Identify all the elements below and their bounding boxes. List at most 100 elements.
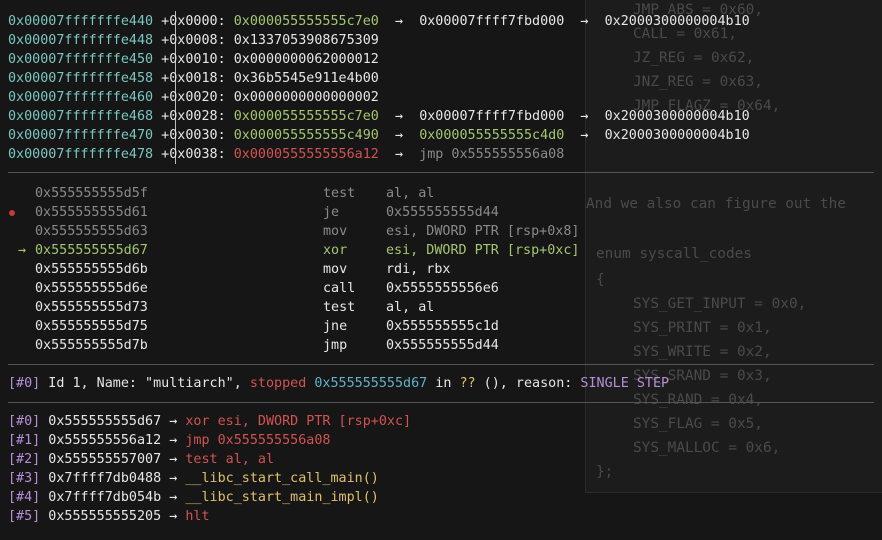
frame-index: [#1]	[8, 433, 41, 448]
stack-value: 0x000055555555c7e0	[233, 109, 379, 124]
bg-code-line: JZ_REG = 0x62,	[633, 50, 755, 66]
pointer-arrow: →	[378, 109, 420, 124]
disasm-operands: al, al	[386, 186, 435, 201]
frame-arrow: →	[169, 452, 186, 467]
stack-value: 0x0000000062000012	[233, 52, 379, 67]
frame-symbol: __libc_start_call_main()	[185, 471, 379, 486]
bg-code-line: And we also can figure out the	[586, 196, 846, 212]
disasm-mnemonic: je	[323, 205, 340, 220]
section-divider	[8, 402, 874, 403]
frame-arrow: →	[169, 490, 186, 505]
stack-row: 0x00007fffffffe448 +0x0008: 0x1337053908…	[8, 31, 379, 50]
frame-index: [#5]	[8, 509, 41, 524]
backtrace-frame: [#1] 0x555555556a12 → jmp 0x555555556a08	[8, 431, 331, 450]
stack-value: 0x0000000000000002	[233, 90, 379, 105]
stack-offset: +0x0008:	[153, 33, 234, 48]
stack-offset: +0x0038:	[153, 147, 234, 162]
disasm-mnemonic: call	[323, 281, 356, 296]
bg-code-line: enum syscall_codes	[596, 246, 752, 262]
disasm-mnemonic: xor	[323, 243, 348, 258]
disasm-address: 0x555555555d75	[35, 319, 148, 334]
frame-index: [#3]	[8, 471, 41, 486]
stack-deref-value: 0x00007ffff7fbd000	[419, 109, 565, 124]
disasm-address: 0x555555555d7b	[35, 338, 148, 353]
backtrace-frame: [#2] 0x555555557007 → test al, al	[8, 450, 274, 469]
bg-code-line: {	[596, 272, 605, 288]
terminal-window[interactable]: JMP_ABS = 0x60, CALL = 0x61, JZ_REG = 0x…	[0, 0, 882, 540]
stack-value: 0x36b5545e911e4b00	[233, 71, 379, 86]
disasm-address: 0x555555555d67	[35, 243, 148, 258]
frame-arrow: →	[169, 509, 186, 524]
disasm-address: 0x555555555d63	[35, 224, 148, 239]
backtrace-frame: [#3] 0x7ffff7db0488 → __libc_start_call_…	[8, 469, 379, 488]
frame-address: 0x555555555d67	[40, 414, 170, 429]
stack-offset: +0x0010:	[153, 52, 234, 67]
pointer-arrow: →	[378, 147, 420, 162]
stack-address: 0x00007fffffffe470	[8, 128, 154, 143]
frame-address: 0x555555557007	[40, 452, 170, 467]
thread-index: [#0]	[8, 376, 41, 391]
disasm-mnemonic: jne	[323, 319, 348, 334]
disasm-operands: rdi, rbx	[386, 262, 451, 277]
disasm-address: 0x555555555d6e	[35, 281, 148, 296]
thread-function: ??	[459, 376, 476, 391]
stack-value: 0x000055555555c490	[233, 128, 379, 143]
thread-address: 0x555555555d67	[306, 376, 428, 391]
frame-symbol: test al, al	[185, 452, 275, 467]
pointer-arrow: →	[378, 128, 420, 143]
pointer-arrow: →	[564, 14, 605, 29]
stack-address: 0x00007fffffffe450	[8, 52, 154, 67]
stack-address: 0x00007fffffffe478	[8, 147, 154, 162]
frame-arrow: →	[169, 433, 186, 448]
stack-deref-insn: jmp 0x555555556a08	[419, 147, 565, 162]
section-divider	[8, 364, 874, 365]
stack-address: 0x00007fffffffe448	[8, 33, 154, 48]
disasm-mnemonic: mov	[323, 262, 348, 277]
disasm-address: 0x555555555d61	[35, 205, 148, 220]
stack-row: 0x00007fffffffe468 +0x0028: 0x0000555555…	[8, 107, 750, 126]
stack-offset: +0x0030:	[153, 128, 234, 143]
bg-code-line: SYS_RAND = 0x4,	[633, 392, 763, 408]
disasm-operands: 0x5555555556e6	[386, 281, 499, 296]
stack-deref-value: 0x2000300000004b10	[604, 128, 750, 143]
stack-address: 0x00007fffffffe460	[8, 90, 154, 105]
frame-address: 0x555555556a12	[40, 433, 170, 448]
stack-offset: +0x0028:	[153, 109, 234, 124]
thread-status-line: [#0] Id 1, Name: "multiarch", stopped 0x…	[8, 374, 669, 393]
stack-row: 0x00007fffffffe470 +0x0030: 0x0000555555…	[8, 126, 750, 145]
backtrace-frame: [#5] 0x555555555205 → hlt	[8, 507, 210, 526]
breakpoint-marker	[9, 210, 15, 216]
stack-deref-value: 0x2000300000004b10	[604, 109, 750, 124]
stack-row: 0x00007fffffffe460 +0x0020: 0x0000000000…	[8, 88, 379, 107]
stack-row: 0x00007fffffffe478 +0x0038: 0x0000555555…	[8, 145, 564, 164]
bg-code-line: SYS_WRITE = 0x2,	[633, 344, 772, 360]
thread-reason-label: (), reason:	[475, 376, 581, 391]
pointer-arrow: →	[564, 128, 605, 143]
bg-code-line: SYS_PRINT = 0x1,	[633, 320, 772, 336]
current-instruction-arrow: →	[18, 243, 27, 258]
disasm-mnemonic: mov	[323, 224, 348, 239]
bg-code-line: SYS_FLAG = 0x5,	[633, 416, 763, 432]
disasm-operands: al, al	[386, 300, 435, 315]
stack-deref-value: 0x2000300000004b10	[604, 14, 750, 29]
bg-code-line: };	[596, 464, 614, 480]
frame-index: [#4]	[8, 490, 41, 505]
backtrace-frame: [#4] 0x7ffff7db054b → __libc_start_main_…	[8, 488, 379, 507]
pointer-arrow: →	[378, 14, 420, 29]
section-divider	[8, 172, 874, 173]
background-code-document: JMP_ABS = 0x60, CALL = 0x61, JZ_REG = 0x…	[585, 0, 882, 493]
frame-symbol: xor esi, DWORD PTR [rsp+0xc]	[185, 414, 412, 429]
frame-index: [#2]	[8, 452, 41, 467]
stack-offset: +0x0000:	[153, 14, 234, 29]
disasm-operands: 0x555555555d44	[386, 338, 499, 353]
stack-row: 0x00007fffffffe450 +0x0010: 0x0000000062…	[8, 50, 379, 69]
disasm-operands: esi, DWORD PTR [rsp+0x8]	[386, 224, 580, 239]
frame-address: 0x7ffff7db054b	[40, 490, 170, 505]
stack-value: 0x1337053908675309	[233, 33, 379, 48]
stack-offset: +0x0018:	[153, 71, 234, 86]
disasm-address: 0x555555555d73	[35, 300, 148, 315]
stack-row: 0x00007fffffffe458 +0x0018: 0x36b5545e91…	[8, 69, 379, 88]
frame-address: 0x555555555205	[40, 509, 170, 524]
pointer-arrow: →	[564, 109, 605, 124]
frame-arrow: →	[169, 471, 186, 486]
